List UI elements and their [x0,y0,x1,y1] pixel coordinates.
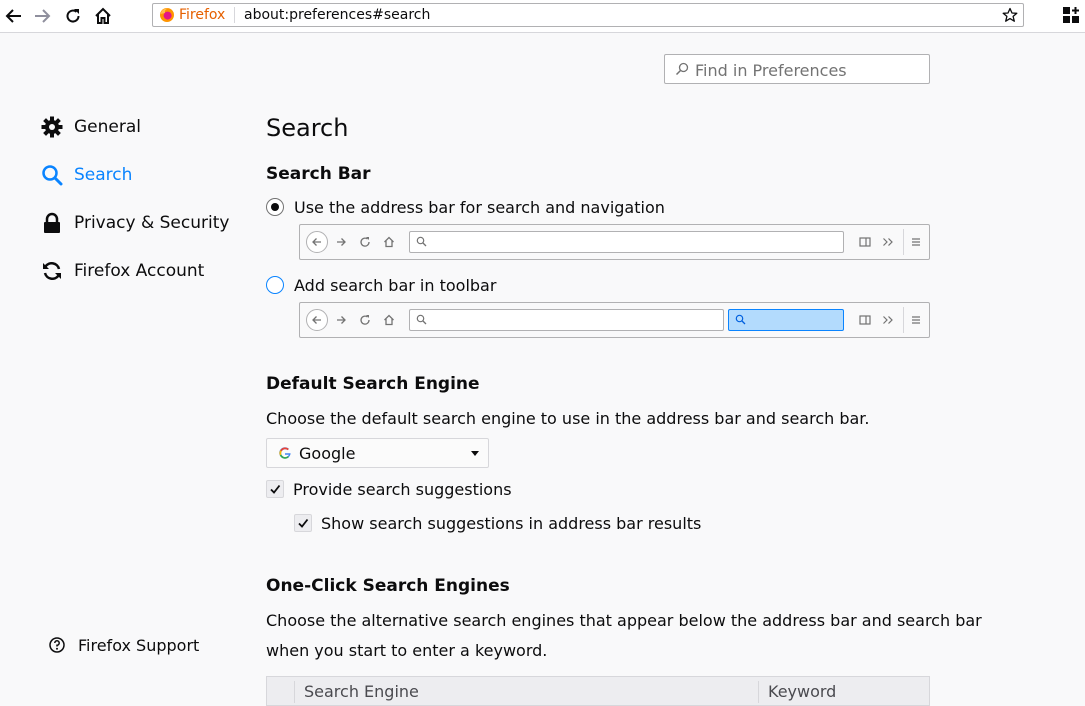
column-header-search-engine[interactable]: Search Engine [304,682,419,701]
url-separator [234,7,235,23]
back-button[interactable] [2,4,26,28]
identity-label: Firefox [179,7,226,23]
sidebar-item-label: General [74,117,141,137]
gear-icon [40,115,64,139]
radio-label: Add search bar in toolbar [294,275,497,295]
engines-table-header: Search Engine Keyword [266,676,930,706]
preview-divider [903,229,904,255]
star-icon [1002,7,1018,22]
column-separator [294,681,295,703]
preview-reload-icon [357,234,373,250]
search-bar-preview [299,302,930,338]
preview-url-field [409,309,724,331]
sidebar-item-search[interactable]: Search [40,159,132,191]
radio-use-address-bar[interactable]: Use the address bar for search and navig… [266,196,665,218]
selected-engine: Google [299,443,356,463]
sidebar-item-general[interactable]: General [40,111,141,143]
preview-reload-icon [357,312,373,328]
default-engine-heading: Default Search Engine [266,374,480,394]
preview-home-icon [381,234,397,250]
chevron-down-icon [471,451,479,456]
sidebar-item-label: Search [74,165,133,185]
bookmark-star-button[interactable] [1000,5,1020,25]
magnifier-icon [416,314,427,325]
help-icon [49,637,65,653]
sidebar-item-privacy[interactable]: Privacy & Security [40,207,229,239]
checkmark-icon [270,484,281,494]
search-bar-heading: Search Bar [266,164,371,184]
page-title: Search [266,114,349,142]
find-in-preferences[interactable] [664,54,930,84]
sidebar-item-label: Firefox Account [74,261,205,281]
column-header-keyword[interactable]: Keyword [768,682,836,701]
forward-button[interactable] [30,4,54,28]
find-input[interactable] [693,59,927,81]
preview-search-field [728,309,844,331]
magnifier-icon [675,62,689,76]
extensions-icon [1063,7,1079,23]
url-text[interactable]: about:preferences#search [244,7,430,23]
checkbox-show-in-address-bar[interactable]: Show search suggestions in address bar r… [294,512,701,534]
one-click-heading: One-Click Search Engines [266,576,510,596]
preview-menu-icon [908,312,924,328]
address-bar-preview [299,224,930,260]
checkbox-label: Provide search suggestions [293,479,512,499]
preview-sidebar-icon [857,312,873,328]
checkbox-label: Show search suggestions in address bar r… [321,513,702,533]
reload-button[interactable] [61,4,85,28]
preview-divider [903,307,904,333]
radio-button-checked[interactable] [266,198,284,216]
support-label: Firefox Support [78,635,200,655]
preview-sidebar-icon [857,234,873,250]
preview-forward-icon [333,312,349,328]
sidebar-item-firefox-account[interactable]: Firefox Account [40,255,204,287]
preview-forward-icon [333,234,349,250]
extensions-button[interactable] [1062,6,1080,24]
home-icon [95,7,111,24]
radio-button-unchecked[interactable] [266,276,284,294]
arrow-right-icon [35,9,51,23]
arrow-left-icon [5,9,21,23]
checkmark-icon [298,518,309,528]
one-click-description-line2: when you start to enter a keyword. [266,641,548,660]
default-engine-select[interactable]: Google [266,438,489,468]
checkbox-provide-suggestions[interactable]: Provide search suggestions [266,478,512,500]
default-engine-description: Choose the default search engine to use … [266,409,870,428]
radio-add-search-bar[interactable]: Add search bar in toolbar [266,274,496,296]
url-bar[interactable]: Firefox about:preferences#search [152,3,1024,27]
preview-back-icon [306,309,328,331]
firefox-support-link[interactable]: Firefox Support [48,632,199,658]
firefox-logo-icon [160,8,174,22]
radio-label: Use the address bar for search and navig… [294,197,665,217]
preview-back-icon [306,231,328,253]
magnifier-icon [735,314,746,325]
preview-home-icon [381,312,397,328]
home-button[interactable] [91,4,115,28]
preview-overflow-icon [880,312,896,328]
preview-url-field [409,231,844,253]
google-logo-icon [279,447,291,459]
browser-toolbar: Firefox about:preferences#search [0,0,1085,33]
identity-box[interactable]: Firefox [159,6,225,24]
search-icon [40,163,64,187]
magnifier-icon [416,236,427,247]
sidebar-item-label: Privacy & Security [74,213,230,233]
checkbox-checked[interactable] [294,514,312,532]
checkbox-checked[interactable] [266,480,284,498]
lock-icon [40,211,64,235]
one-click-description-line1: Choose the alternative search engines th… [266,611,982,630]
reload-icon [66,9,80,23]
preview-menu-icon [908,234,924,250]
preview-overflow-icon [880,234,896,250]
sync-icon [40,259,64,283]
column-separator [758,681,759,703]
